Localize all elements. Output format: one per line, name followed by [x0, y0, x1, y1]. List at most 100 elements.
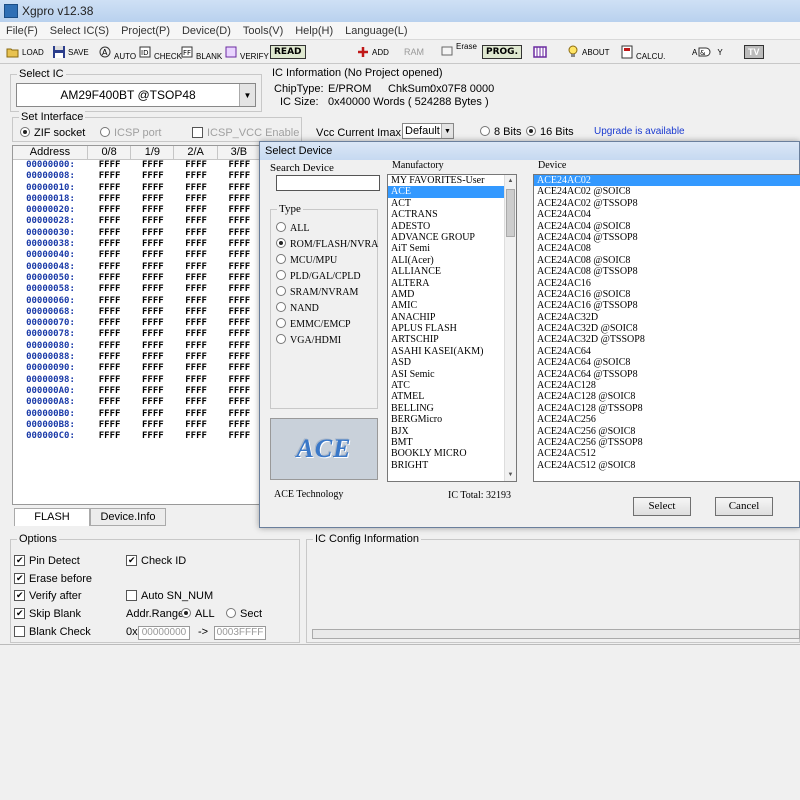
menu-device[interactable]: Device(D): [176, 25, 237, 37]
manufactory-item[interactable]: BELLING: [388, 403, 516, 414]
addr-range-sect-radio[interactable]: Sect: [226, 608, 262, 620]
manufactory-item[interactable]: ASI Semic: [388, 369, 516, 380]
hex-cell[interactable]: FFFF: [174, 386, 217, 397]
hex-cell[interactable]: FFFF: [174, 194, 217, 205]
tab-device-info[interactable]: Device.Info: [90, 508, 166, 526]
hex-cell[interactable]: FFFF: [131, 318, 174, 329]
hex-cell[interactable]: FFFF: [88, 386, 131, 397]
menu-select-ic[interactable]: Select IC(S): [44, 25, 115, 37]
hex-cell[interactable]: FFFF: [131, 273, 174, 284]
manufactory-item[interactable]: ANACHIP: [388, 312, 516, 323]
device-item[interactable]: ACE24AC32D: [534, 312, 800, 323]
check-id-checkbox[interactable]: Check ID: [126, 555, 186, 567]
hex-cell[interactable]: FFFF: [131, 420, 174, 431]
manufactory-item[interactable]: ALLIANCE: [388, 266, 516, 277]
device-item[interactable]: ACE24AC128 @SOIC8: [534, 391, 800, 402]
hex-cell[interactable]: FFFF: [88, 262, 131, 273]
device-item[interactable]: ACE24AC256: [534, 414, 800, 425]
manufactory-item[interactable]: ATC: [388, 380, 516, 391]
hex-cell[interactable]: FFFF: [131, 397, 174, 408]
hex-cell[interactable]: FFFF: [88, 228, 131, 239]
addr-from-input[interactable]: 00000000: [138, 626, 190, 640]
type-radio-sram-nvram[interactable]: SRAM/NVRAM: [276, 286, 358, 298]
device-item[interactable]: ACE24AC512 @SOIC8: [534, 460, 800, 471]
hex-cell[interactable]: FFFF: [174, 420, 217, 431]
type-radio-vga-hdmi[interactable]: VGA/HDMI: [276, 334, 341, 346]
hex-cell[interactable]: FFFF: [218, 262, 261, 273]
hex-cell[interactable]: FFFF: [174, 397, 217, 408]
8bits-radio[interactable]: 8 Bits: [480, 126, 522, 138]
menu-tools[interactable]: Tools(V): [237, 25, 289, 37]
device-item[interactable]: ACE24AC32D @TSSOP8: [534, 334, 800, 345]
scroll-down-icon[interactable]: ▼: [505, 469, 516, 481]
hex-cell[interactable]: FFFF: [218, 363, 261, 374]
hex-cell[interactable]: FFFF: [131, 250, 174, 261]
device-item[interactable]: ACE24AC02 @SOIC8: [534, 186, 800, 197]
hex-cell[interactable]: FFFF: [218, 341, 261, 352]
device-item[interactable]: ACE24AC04 @TSSOP8: [534, 232, 800, 243]
add-button[interactable]: ADD: [356, 42, 389, 62]
hex-cell[interactable]: FFFF: [218, 329, 261, 340]
hex-editor[interactable]: Address 0/8 1/9 2/A 3/B 00000000: FFFF FFF…: [12, 145, 262, 505]
hex-cell[interactable]: FFFF: [218, 171, 261, 182]
hex-cell[interactable]: FFFF: [218, 386, 261, 397]
hex-cell[interactable]: FFFF: [131, 409, 174, 420]
manufactory-item[interactable]: BRIGHT: [388, 460, 516, 471]
hex-cell[interactable]: FFFF: [218, 409, 261, 420]
prog-button[interactable]: PROG.: [482, 42, 522, 62]
verify-after-checkbox[interactable]: Verify after: [14, 590, 82, 602]
icsp-vcc-checkbox[interactable]: ICSP_VCC Enable: [192, 127, 299, 139]
hex-cell[interactable]: FFFF: [174, 262, 217, 273]
hex-cell[interactable]: FFFF: [174, 352, 217, 363]
menu-project[interactable]: Project(P): [115, 25, 176, 37]
read-button[interactable]: READ: [270, 42, 306, 62]
hex-cell[interactable]: FFFF: [88, 397, 131, 408]
scroll-thumb[interactable]: [506, 189, 515, 237]
device-item[interactable]: ACE24AC16 @TSSOP8: [534, 300, 800, 311]
manufactory-scrollbar[interactable]: ▲ ▼: [504, 175, 516, 481]
tv-button[interactable]: TV: [744, 42, 764, 62]
zif-socket-radio[interactable]: ZIF socket: [20, 127, 85, 139]
device-item[interactable]: ACE24AC64 @SOIC8: [534, 357, 800, 368]
manufactory-item[interactable]: ADESTO: [388, 221, 516, 232]
hex-cell[interactable]: FFFF: [218, 273, 261, 284]
chip-select-button[interactable]: [532, 42, 548, 62]
hex-cell[interactable]: FFFF: [131, 431, 174, 442]
device-item[interactable]: ACE24AC64: [534, 346, 800, 357]
hex-cell[interactable]: FFFF: [174, 205, 217, 216]
save-button[interactable]: SAVE: [52, 42, 89, 62]
auto-button[interactable]: A AUTO: [98, 42, 136, 62]
manufactory-list[interactable]: MY FAVORITES-User ACE ACT ACTRANS ADESTO ADVA…: [387, 174, 517, 482]
hex-cell[interactable]: FFFF: [174, 363, 217, 374]
scroll-up-icon[interactable]: ▲: [505, 175, 516, 187]
hex-cell[interactable]: FFFF: [131, 262, 174, 273]
hex-cell[interactable]: FFFF: [131, 205, 174, 216]
hex-cell[interactable]: FFFF: [88, 341, 131, 352]
device-item[interactable]: ACE24AC128 @TSSOP8: [534, 403, 800, 414]
device-item[interactable]: ACE24AC08 @SOIC8: [534, 255, 800, 266]
load-button[interactable]: LOAD: [6, 42, 44, 62]
hex-cell[interactable]: FFFF: [131, 375, 174, 386]
hex-cell[interactable]: FFFF: [218, 250, 261, 261]
hex-cell[interactable]: FFFF: [88, 160, 131, 171]
upgrade-available-link[interactable]: Upgrade is available: [594, 126, 685, 137]
16bits-radio[interactable]: 16 Bits: [526, 126, 574, 138]
device-item[interactable]: ACE24AC16: [534, 278, 800, 289]
hex-cell[interactable]: FFFF: [218, 431, 261, 442]
manufactory-item[interactable]: ATMEL: [388, 391, 516, 402]
type-radio-emmc-emcp[interactable]: EMMC/EMCP: [276, 318, 351, 330]
check-button[interactable]: ID CHECK: [138, 42, 182, 62]
manufactory-item[interactable]: ARTSCHIP: [388, 334, 516, 345]
hex-cell[interactable]: FFFF: [218, 296, 261, 307]
type-radio-mcu-mpu[interactable]: MCU/MPU: [276, 254, 337, 266]
hex-cell[interactable]: FFFF: [218, 160, 261, 171]
manufactory-item[interactable]: ACT: [388, 198, 516, 209]
chevron-down-icon[interactable]: ▼: [239, 84, 255, 106]
hex-cell[interactable]: FFFF: [174, 341, 217, 352]
device-item[interactable]: ACE24AC08: [534, 243, 800, 254]
device-item[interactable]: ACE24AC04 @SOIC8: [534, 221, 800, 232]
hex-cell[interactable]: FFFF: [88, 352, 131, 363]
hex-cell[interactable]: FFFF: [88, 171, 131, 182]
ic-select-combo[interactable]: AM29F400BT @TSOP48 ▼: [16, 83, 256, 107]
chevron-down-icon[interactable]: ▼: [441, 124, 453, 138]
